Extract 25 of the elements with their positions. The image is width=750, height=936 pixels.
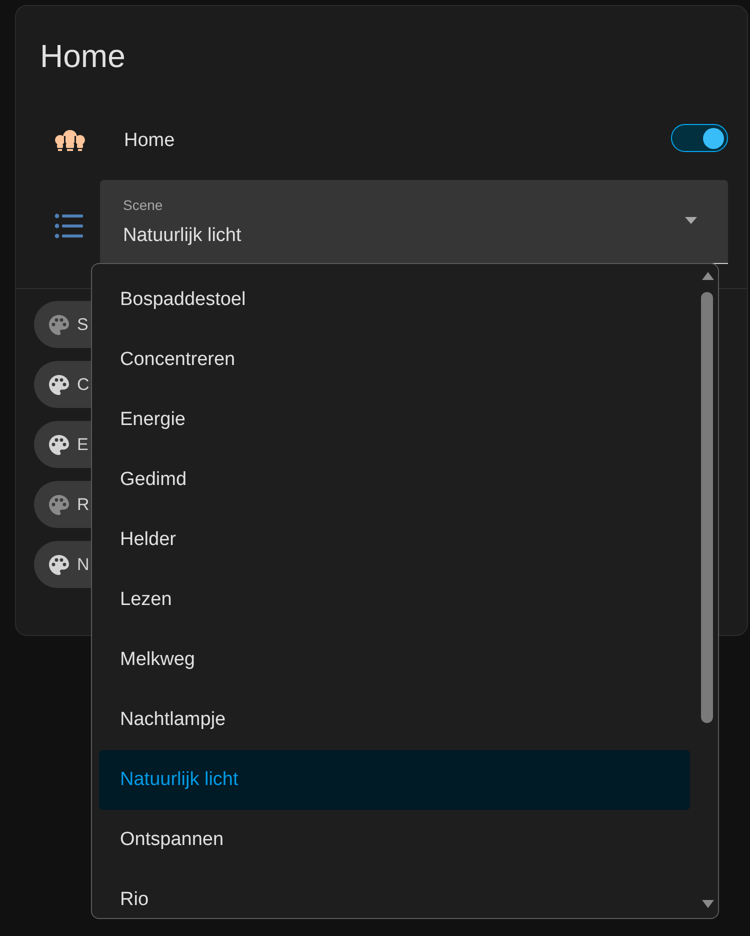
scrollbar-thumb[interactable] bbox=[701, 292, 713, 723]
card-title: Home bbox=[40, 40, 126, 72]
menu-item[interactable]: Ontspannen bbox=[99, 810, 690, 870]
field-label: Scene bbox=[123, 196, 163, 215]
menu-item[interactable]: Natuurlijk licht bbox=[99, 750, 690, 810]
field-value: Natuurlijk licht bbox=[123, 224, 242, 248]
menu-item[interactable]: Nachtlampje bbox=[99, 690, 690, 750]
menu-item[interactable]: Rio bbox=[99, 870, 690, 918]
chip-label: R bbox=[77, 494, 90, 516]
scroll-down-icon[interactable] bbox=[702, 900, 714, 908]
entity-name: Home bbox=[124, 129, 175, 153]
palette-icon bbox=[48, 434, 70, 456]
toggle-switch[interactable] bbox=[671, 124, 728, 152]
menu-item[interactable]: Melkweg bbox=[99, 630, 690, 690]
palette-icon bbox=[48, 314, 70, 336]
palette-icon bbox=[48, 554, 70, 576]
chip-label: S bbox=[77, 314, 88, 336]
scene-select[interactable]: Scene Natuurlijk licht bbox=[100, 180, 728, 264]
palette-icon bbox=[48, 374, 70, 396]
chip-label: E bbox=[77, 434, 88, 456]
list-icon bbox=[54, 213, 84, 239]
palette-icon bbox=[48, 494, 70, 516]
chip-label: C bbox=[77, 374, 90, 396]
chip-label: N bbox=[77, 554, 90, 576]
scroll-up-icon[interactable] bbox=[702, 272, 714, 280]
